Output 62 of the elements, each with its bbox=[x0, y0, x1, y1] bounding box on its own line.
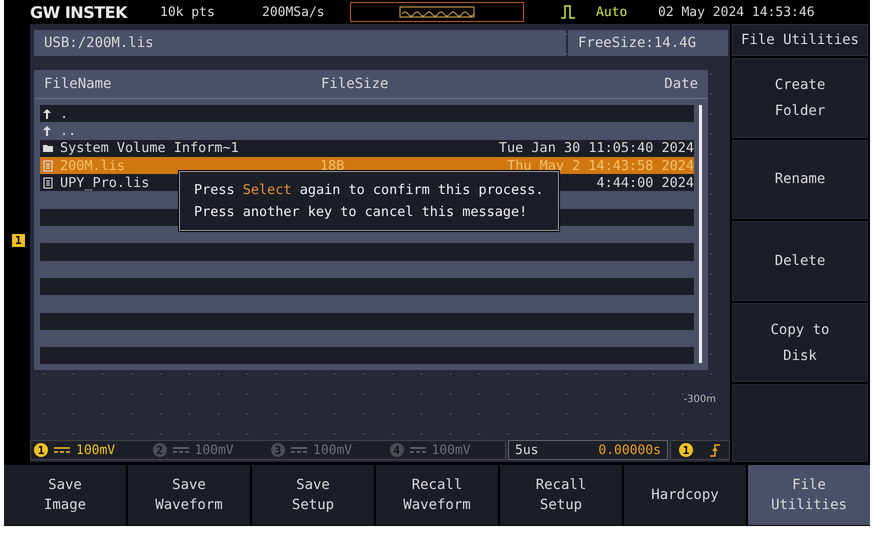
softkey-button[interactable]: Save Image bbox=[4, 465, 126, 525]
dc-coupling-icon bbox=[291, 446, 307, 454]
folder-icon bbox=[42, 142, 54, 154]
file-icon bbox=[42, 176, 54, 189]
dc-coupling-icon bbox=[54, 446, 70, 454]
volts-per-div: 100mV bbox=[432, 442, 471, 458]
up-arrow-icon bbox=[42, 124, 54, 137]
file-date: 4:44:00 2024 bbox=[596, 174, 694, 191]
softkey-button[interactable]: Hardcopy bbox=[624, 465, 746, 525]
up-arrow-icon bbox=[42, 108, 54, 120]
softkey-button[interactable]: Recall Waveform bbox=[376, 465, 498, 525]
softkey-button[interactable]: Recall Setup bbox=[500, 465, 622, 525]
dialog-message: Press another key to cancel this message! bbox=[194, 203, 528, 222]
file-name: 200M.lis bbox=[60, 158, 126, 174]
softkey-button[interactable]: Save Setup bbox=[252, 465, 374, 525]
channel-number: 4 bbox=[390, 443, 404, 457]
file-name: UPY_Pro.lis bbox=[60, 174, 150, 191]
horizontal-position: 0.00000s bbox=[598, 442, 661, 458]
file-row[interactable]: System Volume Inform~1 Tue Jan 30 11:05:40 2024 bbox=[40, 140, 694, 157]
menu-button[interactable]: Create Folder bbox=[732, 58, 868, 138]
file-date: Thu May 2 14:43:58 2024 bbox=[507, 158, 694, 174]
volts-per-div: 100mV bbox=[76, 442, 116, 458]
file-name: .. bbox=[60, 122, 76, 139]
trigger-mode: Auto bbox=[596, 4, 628, 20]
softkey-button[interactable]: Save Waveform bbox=[128, 465, 250, 525]
column-header: Date bbox=[664, 76, 698, 92]
file-date: Tue Jan 30 11:05:40 2024 bbox=[498, 140, 694, 156]
menu-button[interactable]: Delete bbox=[732, 221, 868, 301]
menu-button[interactable]: Copy to Disk bbox=[732, 302, 868, 382]
channel-number: 2 bbox=[152, 443, 166, 457]
channel-number: 3 bbox=[271, 443, 285, 457]
dc-coupling-icon bbox=[172, 446, 188, 454]
dialog-message: Press Select again to confirm this process. bbox=[194, 181, 544, 200]
column-header: FileSize bbox=[321, 76, 390, 92]
pulse-trigger-icon bbox=[560, 4, 576, 20]
timebase: 5us bbox=[515, 442, 538, 458]
date-time: 02 May 2024 14:53:46 bbox=[658, 4, 815, 20]
channel-status[interactable]: 1 100mV bbox=[31, 441, 150, 459]
record-length: 10k pts bbox=[160, 4, 216, 20]
channel-marker: 1 bbox=[12, 234, 25, 247]
sample-rate: 200MSa/s bbox=[262, 4, 326, 20]
file-name: . bbox=[60, 106, 68, 122]
menu-button[interactable]: Rename bbox=[732, 140, 868, 220]
scrollbar[interactable] bbox=[699, 105, 702, 363]
file-size: 18B bbox=[320, 158, 344, 174]
channel-number: 1 bbox=[34, 443, 48, 457]
trigger-source: 1 bbox=[679, 443, 693, 457]
free-size: FreeSize:14.4G bbox=[568, 30, 728, 56]
wave-thumbnail-icon bbox=[399, 6, 475, 18]
scale-label: -300m bbox=[684, 394, 716, 405]
file-row[interactable]: . bbox=[40, 105, 694, 122]
brand-logo: GW INSTEK bbox=[30, 2, 129, 22]
path-field: USB:/200M.lis bbox=[34, 30, 566, 56]
volts-per-div: 100mV bbox=[194, 442, 234, 458]
file-name: System Volume Inform~1 bbox=[60, 140, 239, 156]
softkey-button[interactable]: File Utilities bbox=[748, 465, 870, 525]
file-icon bbox=[42, 160, 54, 172]
volts-per-div: 100mV bbox=[313, 442, 352, 458]
column-header: FileName bbox=[44, 76, 112, 92]
dc-coupling-icon bbox=[410, 446, 426, 454]
menu-title: File Utilities bbox=[732, 24, 868, 56]
rising-edge-icon bbox=[709, 443, 721, 457]
